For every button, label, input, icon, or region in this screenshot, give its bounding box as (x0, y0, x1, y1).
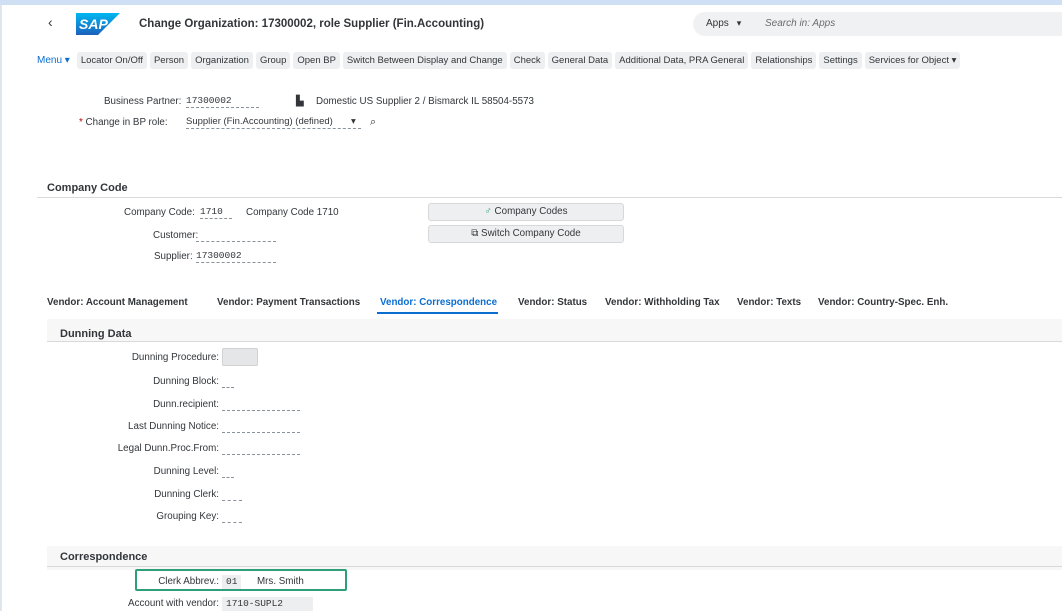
company-codes-button[interactable]: ♂ Company Codes (428, 203, 624, 221)
role-label: * Change in BP role: (79, 117, 168, 128)
company-codes-icon: ♂ (484, 206, 492, 217)
organization-button[interactable]: Organization (191, 51, 253, 69)
tab-status[interactable]: Vendor: Status (518, 297, 587, 308)
company-code-field[interactable]: 1710 (200, 206, 232, 219)
account-with-vendor-field[interactable]: 1710-SUPL2 (222, 597, 313, 611)
dunn-recipient-field[interactable] (222, 398, 300, 411)
dunning-clerk-label: Dunning Clerk: (154, 489, 219, 500)
open-bp-button[interactable]: Open BP (293, 51, 340, 69)
dunning-data-title: Dunning Data (60, 328, 132, 340)
sap-logo-text: SAP (79, 16, 108, 32)
supplier-field[interactable]: 17300002 (196, 250, 276, 263)
tab-correspondence[interactable]: Vendor: Correspondence (380, 297, 497, 308)
chevron-down-icon: ▾ (736, 18, 742, 28)
tab-texts[interactable]: Vendor: Texts (737, 297, 801, 308)
dunning-clerk-field[interactable] (222, 488, 242, 501)
additional-data-button[interactable]: Additional Data, PRA General (615, 51, 749, 69)
customer-label: Customer: (153, 230, 199, 241)
last-dunning-notice-field[interactable] (222, 420, 300, 433)
dunning-block-label: Dunning Block: (153, 376, 219, 387)
customer-field[interactable] (196, 229, 276, 242)
settings-button[interactable]: Settings (819, 51, 862, 69)
chevron-down-icon: ▾ (351, 116, 356, 127)
company-codes-label: Company Codes (494, 206, 568, 217)
search-icon[interactable]: ⌕ (370, 116, 376, 129)
company-code-title: Company Code (47, 182, 128, 194)
person-button[interactable]: Person (149, 51, 189, 69)
legal-dunn-field[interactable] (222, 442, 300, 455)
bp-icon: ▙ (296, 96, 304, 107)
legal-dunn-label: Legal Dunn.Proc.From: (117, 443, 219, 454)
switch-company-code-label: Switch Company Code (481, 228, 581, 239)
search-bar[interactable]: Apps ▾ Search in: Apps (693, 12, 1062, 36)
last-dunning-notice-label: Last Dunning Notice: (128, 421, 219, 432)
divider (47, 341, 1062, 342)
locator-button[interactable]: Locator On/Off (76, 51, 147, 69)
role-value: Supplier (Fin.Accounting) (defined) (186, 116, 333, 127)
company-code-label: Company Code: (124, 207, 195, 218)
left-edge (0, 5, 2, 611)
divider (37, 197, 1062, 198)
services-label: Services for Object (868, 54, 949, 66)
dunning-level-label: Dunning Level: (153, 466, 219, 477)
dunning-procedure-field[interactable] (222, 348, 258, 366)
active-tab-indicator (377, 312, 498, 314)
apps-dropdown[interactable]: Apps ▾ (706, 18, 741, 29)
grouping-key-field[interactable] (222, 510, 242, 523)
check-button[interactable]: Check (509, 51, 545, 69)
tab-country-spec[interactable]: Vendor: Country-Spec. Enh. (818, 297, 948, 308)
menu-button[interactable]: Menu ▾ (37, 55, 70, 66)
services-for-object-button[interactable]: Services for Object ▾ (864, 51, 961, 69)
bp-label: Business Partner: (104, 96, 182, 107)
switch-company-code-button[interactable]: ⧉ Switch Company Code (428, 225, 624, 243)
bp-field[interactable]: 17300002 (186, 95, 259, 108)
shell-bar: ‹ SAP Change Organization: 17300002, rol… (2, 5, 1062, 41)
dunning-level-field[interactable] (222, 465, 234, 478)
tab-payment-transactions[interactable]: Vendor: Payment Transactions (217, 297, 360, 308)
bp-description: Domestic US Supplier 2 / Bismarck IL 585… (316, 96, 534, 107)
dunn-recipient-label: Dunn.recipient: (153, 399, 219, 410)
dunning-block-field[interactable] (222, 375, 234, 388)
general-data-button[interactable]: General Data (547, 51, 613, 69)
company-code-desc: Company Code 1710 (246, 207, 339, 218)
correspondence-title: Correspondence (60, 551, 148, 563)
switch-icon: ⧉ (471, 228, 479, 239)
tab-withholding-tax[interactable]: Vendor: Withholding Tax (605, 297, 720, 308)
supplier-label: Supplier: (154, 251, 193, 262)
relationships-button[interactable]: Relationships (751, 51, 817, 69)
clerk-highlight-box (135, 569, 347, 591)
back-button[interactable]: ‹ (48, 14, 53, 30)
apps-label: Apps (706, 18, 729, 29)
tab-account-management[interactable]: Vendor: Account Management (47, 297, 188, 308)
grouping-key-label: Grouping Key: (156, 511, 219, 522)
page-title: Change Organization: 17300002, role Supp… (139, 18, 485, 30)
role-select[interactable]: Supplier (Fin.Accounting) (defined) ▾ (186, 116, 361, 129)
sap-logo[interactable]: SAP (76, 13, 120, 35)
search-input[interactable]: Search in: Apps (765, 18, 835, 29)
toolbar: Menu ▾ Locator On/Off Person Organizatio… (37, 50, 963, 70)
divider (47, 566, 1062, 567)
menu-label: Menu (37, 54, 63, 66)
group-button[interactable]: Group (255, 51, 291, 69)
account-with-vendor-label: Account with vendor: (128, 598, 219, 609)
chevron-down-icon: ▾ (64, 54, 70, 66)
chevron-down-icon: ▾ (951, 54, 957, 66)
switch-display-change-button[interactable]: Switch Between Display and Change (342, 51, 507, 69)
dunning-procedure-label: Dunning Procedure: (131, 352, 219, 363)
role-label-text: Change in BP role: (85, 117, 168, 128)
